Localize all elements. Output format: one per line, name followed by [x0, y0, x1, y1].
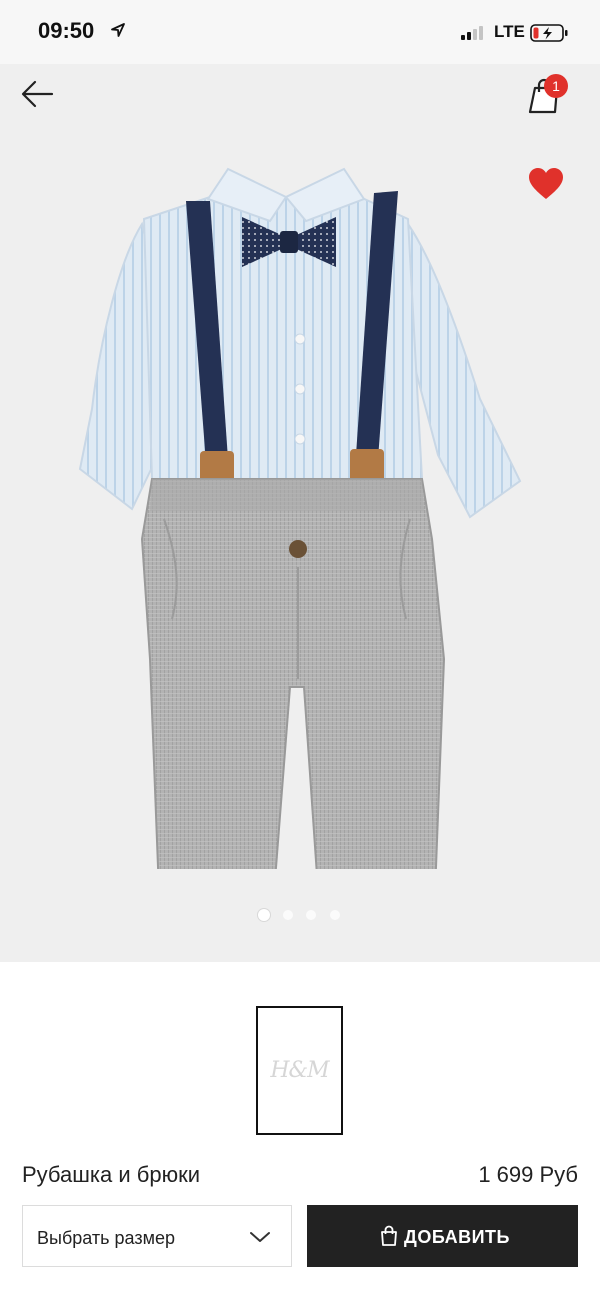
- chevron-down-icon: [250, 1232, 270, 1242]
- product-thumbnail[interactable]: H&M: [256, 1006, 343, 1135]
- status-time: 09:50: [38, 18, 95, 43]
- shopping-bag-icon: [381, 1225, 397, 1246]
- gallery-dot[interactable]: [306, 910, 316, 920]
- cart-button[interactable]: 1: [526, 72, 574, 118]
- location-arrow-icon: [111, 23, 125, 37]
- arrow-left-icon: [21, 80, 54, 108]
- size-selector[interactable]: Выбрать размер: [22, 1205, 292, 1267]
- add-to-cart-button[interactable]: ДОБАВИТЬ: [307, 1205, 578, 1267]
- product-image: [78, 167, 522, 869]
- back-button[interactable]: [18, 76, 58, 112]
- signal-strength-icon: [461, 24, 489, 40]
- status-bar: 09:50 LTE: [0, 0, 600, 64]
- brand-logo: H&M: [270, 1058, 329, 1083]
- product-name: Рубашка и брюки: [22, 1162, 201, 1187]
- gallery-dot[interactable]: [283, 910, 293, 920]
- product-gallery[interactable]: 1: [0, 64, 600, 962]
- battery-charging-icon: [530, 24, 568, 42]
- gallery-dot[interactable]: [258, 909, 270, 921]
- gallery-dots: [258, 909, 342, 921]
- product-price: 1 699 Руб: [478, 1162, 578, 1187]
- network-type: LTE: [494, 22, 525, 41]
- gallery-dot[interactable]: [330, 910, 340, 920]
- cart-count-badge: 1: [544, 74, 568, 98]
- size-selector-label: Выбрать размер: [37, 1228, 175, 1248]
- add-to-cart-label: ДОБАВИТЬ: [404, 1227, 510, 1247]
